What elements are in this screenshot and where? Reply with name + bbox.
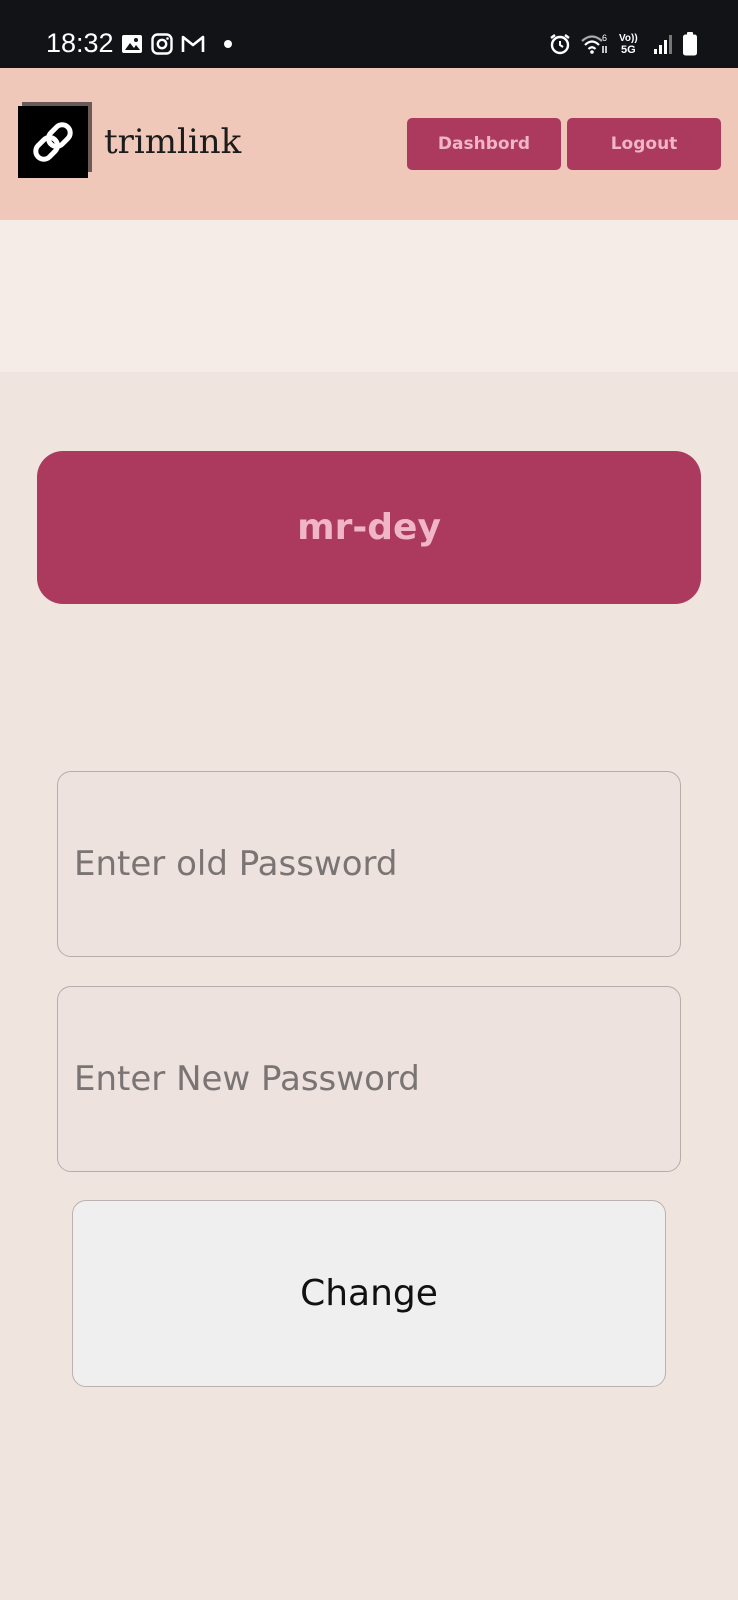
svg-text:Vo)): Vo)) [619,33,638,44]
signal-icon [652,32,674,56]
svg-text:5G: 5G [621,44,636,56]
gallery-icon [120,32,144,56]
new-password-input[interactable] [57,986,681,1172]
gmail-icon [180,32,206,56]
notification-dot-icon [224,40,232,48]
logo[interactable] [18,102,92,180]
svg-text:6: 6 [602,33,607,43]
logout-button[interactable]: Logout [567,118,721,170]
alarm-icon [548,32,572,56]
brand-name: trimlink [104,122,242,162]
dashboard-button[interactable]: Dashbord [407,118,561,170]
app-header: trimlink Dashbord Logout [0,68,738,220]
instagram-icon [150,32,174,56]
status-icons-right: 6 Vo)) 5G [548,30,698,58]
old-password-input[interactable] [57,771,681,957]
status-icons-left [120,30,232,58]
status-time: 18:32 [46,28,114,58]
battery-icon [682,31,698,57]
change-password-button[interactable]: Change [72,1200,666,1387]
wifi-icon: 6 [580,32,610,56]
link-icon [18,106,88,178]
status-bar: 18:32 6 Vo)) 5G [0,0,738,68]
username-label: mr-dey [297,507,441,548]
username-card: mr-dey [37,451,701,604]
volte-5g-icon: Vo)) 5G [618,31,644,57]
header-spacer-band [0,220,738,372]
